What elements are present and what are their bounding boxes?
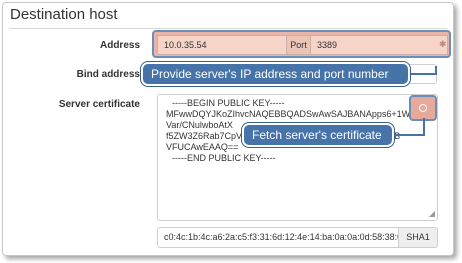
cert-line: -----END PUBLIC KEY----- xyxy=(172,153,276,163)
section-title: Destination host xyxy=(10,6,118,23)
callout-connector xyxy=(392,134,424,136)
certificate-textarea[interactable]: -----BEGIN PUBLIC KEY----- MFwwDQYJKoZIh… xyxy=(157,94,438,221)
ip-port-callout: Provide server's IP address and port num… xyxy=(141,62,410,86)
address-input[interactable]: 10.0.35.54 xyxy=(157,35,287,55)
fetch-cert-callout: Fetch server's certificate xyxy=(242,123,394,147)
cert-line: -----BEGIN PUBLIC KEY----- xyxy=(172,98,285,108)
asterisk-icon: ✱ xyxy=(439,39,447,49)
port-label: Port xyxy=(286,35,311,55)
title-divider xyxy=(9,28,447,29)
port-input[interactable]: 3389 xyxy=(310,35,448,55)
callout-connector xyxy=(435,66,437,75)
server-certificate-label: Server certificate xyxy=(58,99,140,110)
fingerprint-input[interactable]: c0:4c:1b:4c:a6:2a:c5:f3:31:6d:12:4e:14:b… xyxy=(157,227,399,248)
resize-grip-icon[interactable]: ◢ xyxy=(429,208,435,219)
callout-connector xyxy=(408,73,436,75)
address-label: Address xyxy=(99,40,140,51)
hash-algorithm-addon: SHA1 xyxy=(398,227,438,248)
cert-line: MFwwDQYJKoZIhvcNAQEBBQADSwAwSAJBANApps6+… xyxy=(166,109,438,119)
callout-connector xyxy=(423,118,425,136)
bind-address-label: Bind address xyxy=(76,69,140,80)
circle-icon xyxy=(419,104,427,112)
